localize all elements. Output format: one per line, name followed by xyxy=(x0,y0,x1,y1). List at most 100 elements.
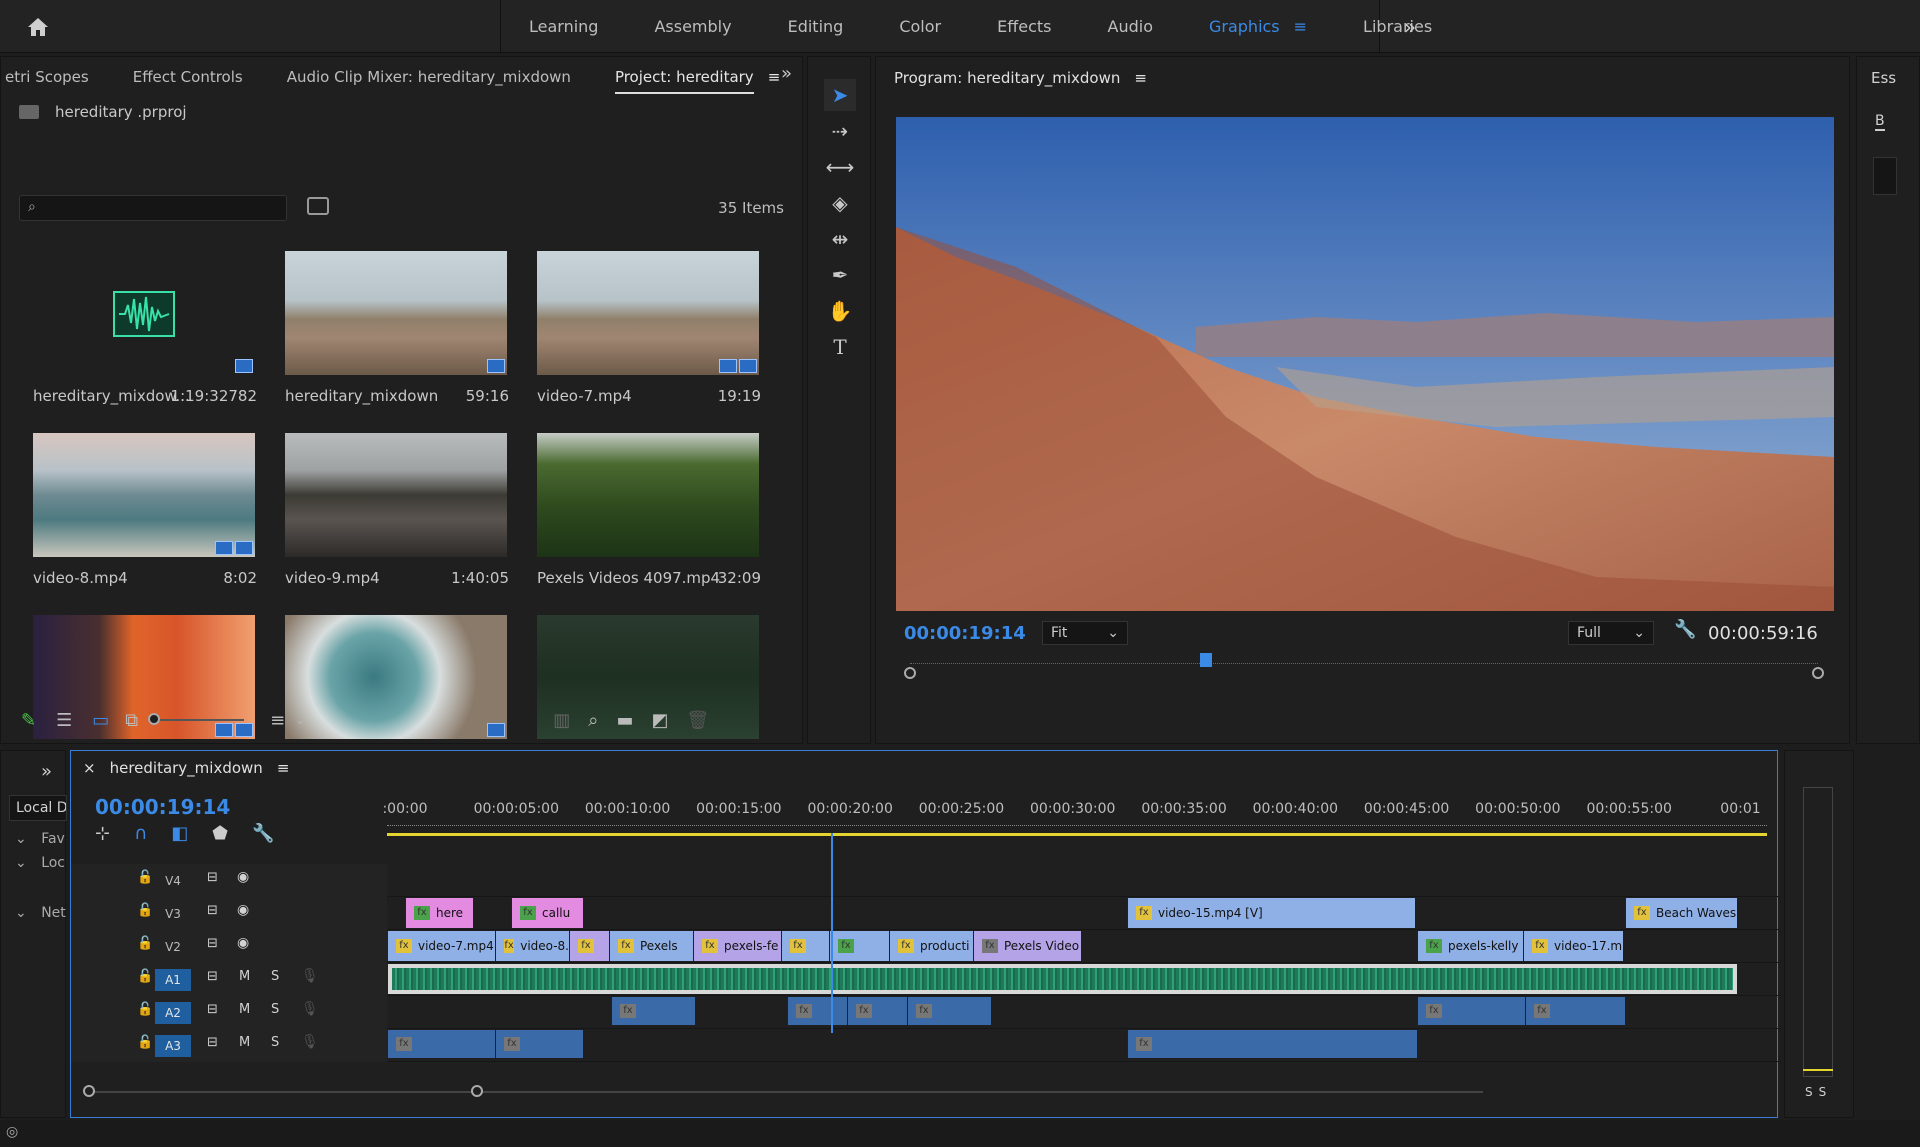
tab-graphics[interactable]: Graphics ≡ xyxy=(1181,0,1335,53)
lock-icon[interactable]: 🔓 xyxy=(137,1035,153,1050)
timeline-clip[interactable]: fx xyxy=(569,931,609,961)
sync-lock-icon[interactable]: ⊟ xyxy=(207,870,218,885)
hamburger-icon[interactable]: ≡ xyxy=(1294,17,1307,36)
audio-clip[interactable] xyxy=(387,964,1737,994)
microphone-icon[interactable]: 🎙 xyxy=(301,1034,319,1050)
eye-icon[interactable]: ◉ xyxy=(237,935,249,951)
sync-lock-icon[interactable]: ⊟ xyxy=(207,1035,218,1050)
hamburger-icon[interactable]: ≡ xyxy=(277,759,290,777)
add-marker-icon[interactable]: ⬟ xyxy=(212,823,228,844)
wrench-icon[interactable]: 🔧 xyxy=(1674,619,1696,640)
timeline-clip[interactable]: fx Beach Waves xyxy=(1625,898,1737,928)
timeline-clip[interactable]: fx pexels-fe xyxy=(693,931,781,961)
list-view-icon[interactable]: ☰ xyxy=(56,710,72,731)
work-area-bar[interactable] xyxy=(387,833,1767,836)
automate-icon[interactable]: ▥ xyxy=(553,710,570,731)
lock-icon[interactable]: 🔓 xyxy=(137,936,153,951)
lock-icon[interactable]: 🔓 xyxy=(137,903,153,918)
audio-clip[interactable]: fx xyxy=(1127,1030,1417,1058)
lock-icon[interactable]: 🔓 xyxy=(137,969,153,984)
playhead-marker[interactable] xyxy=(1200,653,1212,667)
linked-selection-icon[interactable]: ◧ xyxy=(171,823,188,844)
local-item[interactable]: ⌄ Loc xyxy=(15,855,65,871)
icon-view-icon[interactable]: ▭ xyxy=(92,710,109,731)
local-drives-select[interactable]: Local D xyxy=(9,795,67,821)
timeline-clip[interactable]: fx producti xyxy=(889,931,973,961)
timeline-clip[interactable]: fx video-8. xyxy=(495,931,569,961)
lock-icon[interactable]: 🔓 xyxy=(137,1002,153,1017)
track-name[interactable]: V4 xyxy=(155,870,191,892)
audio-clip[interactable]: fx xyxy=(387,1030,495,1058)
tab-effects[interactable]: Effects xyxy=(969,0,1079,53)
find-icon[interactable]: ⌕ xyxy=(588,710,598,731)
audio-clip[interactable]: fx xyxy=(611,997,695,1025)
timeline-clip[interactable]: fx video-15.mp4 [V] xyxy=(1127,898,1415,928)
nest-icon[interactable]: ⊹ xyxy=(95,823,110,844)
snap-icon[interactable]: ∩ xyxy=(134,823,147,844)
freeform-view-icon[interactable]: ⧉ xyxy=(125,710,138,731)
search-input[interactable]: ⌕ xyxy=(19,195,287,221)
mute-button[interactable]: M xyxy=(239,1035,250,1050)
sort-icon[interactable]: ≡ xyxy=(270,710,285,731)
track-name[interactable]: V3 xyxy=(155,903,191,925)
new-bin-icon[interactable]: ▬ xyxy=(616,710,633,731)
timeline-clip[interactable]: fx xyxy=(781,931,829,961)
tab-project[interactable]: Project: hereditary ≡ xyxy=(593,57,802,97)
track-select-tool-icon[interactable]: ⇢ xyxy=(824,115,856,147)
tab-audio[interactable]: Audio xyxy=(1080,0,1181,53)
find-bin-icon[interactable] xyxy=(307,197,329,215)
solo-right-button[interactable]: S xyxy=(1819,1085,1827,1099)
timeline-playhead[interactable] xyxy=(831,833,833,1033)
eye-icon[interactable]: ◉ xyxy=(237,869,249,885)
selection-tool-icon[interactable]: ➤ xyxy=(824,79,856,111)
slip-tool-icon[interactable]: ⇹ xyxy=(824,223,856,255)
new-item-icon[interactable]: ◩ xyxy=(651,710,668,731)
audio-clip[interactable]: fx xyxy=(495,1030,583,1058)
media-card[interactable]: hereditary_mixdown 59:16 xyxy=(271,237,523,419)
solo-button[interactable]: S xyxy=(271,1035,279,1050)
creative-cloud-icon[interactable]: ◎ xyxy=(6,1124,18,1140)
chevron-double-right-icon[interactable]: » xyxy=(41,761,52,782)
media-card[interactable]: hereditary_mixdow... 1:19:32782 xyxy=(19,237,271,419)
timeline-tab[interactable]: × hereditary_mixdown ≡ xyxy=(83,759,289,777)
pencil-icon[interactable]: ✎ xyxy=(21,710,36,731)
mute-button[interactable]: M xyxy=(239,1002,250,1017)
solo-left-button[interactable]: S xyxy=(1805,1085,1813,1099)
tab-color[interactable]: Color xyxy=(871,0,969,53)
chevron-down-icon[interactable]: ⌄ xyxy=(295,713,305,727)
mute-button[interactable]: M xyxy=(239,969,250,984)
solo-button[interactable]: S xyxy=(271,1002,279,1017)
timeline-clip[interactable]: fx video-7.mp4 xyxy=(387,931,495,961)
audio-clip[interactable]: fx xyxy=(787,997,847,1025)
resolution-select[interactable]: Full ⌄ xyxy=(1568,621,1654,645)
audio-clip[interactable]: fx xyxy=(907,997,991,1025)
media-card[interactable]: Pexels Videos 4097.mp4 32:09 xyxy=(523,419,775,601)
sync-lock-icon[interactable]: ⊟ xyxy=(207,903,218,918)
sync-lock-icon[interactable]: ⊟ xyxy=(207,1002,218,1017)
eye-icon[interactable]: ◉ xyxy=(237,902,249,918)
zoom-slider-handle[interactable] xyxy=(148,713,161,725)
chevron-double-right-icon[interactable]: » xyxy=(781,63,792,84)
tab-assembly[interactable]: Assembly xyxy=(626,0,759,53)
track-name[interactable]: A3 xyxy=(155,1035,191,1057)
zoom-select[interactable]: Fit ⌄ xyxy=(1042,621,1128,645)
audio-clip[interactable]: fx xyxy=(1417,997,1525,1025)
sync-lock-icon[interactable]: ⊟ xyxy=(207,969,218,984)
chevron-double-right-icon[interactable]: » xyxy=(1390,10,1430,44)
time-ruler[interactable]: :00:00 00:00:05:00 00:00:10:00 00:00:15:00 0… xyxy=(382,787,1767,837)
horizontal-scrollbar[interactable] xyxy=(83,1085,1483,1097)
hand-tool-icon[interactable]: ✋ xyxy=(824,295,856,327)
zoom-slider[interactable] xyxy=(148,713,245,725)
program-scrubber[interactable] xyxy=(904,653,1824,679)
media-card[interactable]: video-9.mp4 1:40:05 xyxy=(271,419,523,601)
hamburger-icon[interactable]: ≡ xyxy=(1134,69,1147,87)
tab-learning[interactable]: Learning xyxy=(501,0,626,53)
solo-button[interactable]: S xyxy=(271,969,279,984)
tab-editing[interactable]: Editing xyxy=(760,0,872,53)
home-button[interactable] xyxy=(14,10,62,44)
razor-tool-icon[interactable]: ◈ xyxy=(824,187,856,219)
audio-clip[interactable]: fx xyxy=(1525,997,1625,1025)
timeline-clip[interactable]: fx video-17.m xyxy=(1523,931,1623,961)
timeline-clip[interactable]: fx Pexels xyxy=(609,931,693,961)
timeline-clip[interactable]: fx xyxy=(829,931,889,961)
